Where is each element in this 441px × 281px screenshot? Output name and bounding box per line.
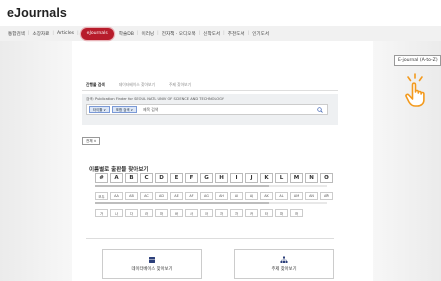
korean-letter-button[interactable]: 자	[215, 209, 228, 217]
ejournal-a-to-z-button[interactable]: E-journal (A-to-Z)	[394, 55, 441, 66]
section-divider	[86, 238, 334, 239]
korean-letter-button[interactable]: 라	[140, 209, 153, 217]
sub-letter-row: 모두 AA AB AC AD AE AF AG AH AI AJ AK AL AM AN AO	[95, 192, 333, 200]
nav-item-ebooks[interactable]: 전자책 · 오디오북	[159, 26, 199, 41]
scope-select[interactable]: 전체 ∨	[82, 137, 101, 145]
nav-item-recommended[interactable]: 추천도서	[225, 26, 248, 41]
korean-letter-button[interactable]: 타	[260, 209, 273, 217]
match-select[interactable]: 포함 검색 ∨	[111, 106, 138, 113]
letter-button[interactable]: H	[215, 173, 228, 183]
letter-button[interactable]: L	[275, 173, 288, 183]
letter-row: # A B C D E F G H I J K L M N O	[95, 173, 333, 183]
letter-button[interactable]: N	[305, 173, 318, 183]
letter-button[interactable]: A	[110, 173, 123, 183]
korean-letter-button[interactable]: 차	[230, 209, 243, 217]
sub-letter-button[interactable]: AH	[215, 192, 228, 200]
subject-browse-button[interactable]: 주제 찾아보기	[234, 249, 334, 279]
letter-button[interactable]: C	[140, 173, 153, 183]
sub-letter-button[interactable]: AG	[200, 192, 213, 200]
sub-letter-button[interactable]: AF	[185, 192, 198, 200]
korean-letter-button[interactable]: 가	[95, 209, 108, 217]
sub-letter-button[interactable]: AB	[125, 192, 138, 200]
sub-letter-button[interactable]: AD	[155, 192, 168, 200]
letter-button[interactable]: M	[290, 173, 303, 183]
database-icon	[149, 257, 155, 263]
letter-button[interactable]: #	[95, 173, 108, 183]
publication-finder-label: 검색: Publication Finder for SEOUL NATL UN…	[86, 97, 224, 101]
korean-letter-button[interactable]: 다	[125, 209, 138, 217]
letter-button[interactable]: J	[245, 173, 258, 183]
sub-letter-button[interactable]: AM	[290, 192, 303, 200]
database-browse-label: 데이터베이스 찾아보기	[131, 267, 173, 272]
letter-scrollbar[interactable]	[95, 185, 327, 187]
browse-by-name-title: 이름별로 출판물 찾아보기	[89, 167, 149, 173]
search-box: 검색: Publication Finder for SEOUL NATL UN…	[82, 94, 338, 125]
sub-letter-button[interactable]: AC	[140, 192, 153, 200]
next-arrow-icon[interactable]: ›	[326, 192, 328, 199]
korean-letter-button[interactable]: 마	[155, 209, 168, 217]
nav-item-academic-db[interactable]: 학술DB	[116, 26, 137, 41]
letter-button[interactable]: K	[260, 173, 273, 183]
database-browse-button[interactable]: 데이터베이스 찾아보기	[102, 249, 202, 279]
letter-button[interactable]: I	[230, 173, 243, 183]
sub-letter-button[interactable]: AI	[230, 192, 243, 200]
nav-item-elearning[interactable]: 이러닝	[138, 26, 157, 41]
nav-item-new-books[interactable]: 신착도서	[200, 26, 223, 41]
page: eJournals 통합검색 | 소장자료 | Articles | eJour…	[0, 0, 441, 281]
search-row: 타이틀 ∨ 포함 검색 ∨ 제목 검색	[86, 104, 328, 115]
ejournal-search-panel: 간행물 검색 데이터베이스 찾아보기 주제 찾아보기 검색: Publicati…	[76, 78, 344, 281]
nav-item-ejournals[interactable]: eJournals	[80, 27, 114, 40]
sub-letter-button[interactable]: AK	[260, 192, 273, 200]
letter-button[interactable]: G	[200, 173, 213, 183]
korean-letter-row: 가나다라마바사아자차카타파하	[95, 209, 303, 217]
letter-button[interactable]: D	[155, 173, 168, 183]
top-nav: 통합검색 | 소장자료 | Articles | eJournals 학술DB …	[0, 26, 441, 41]
pointing-hand-icon	[405, 73, 425, 107]
korean-letter-button[interactable]: 파	[275, 209, 288, 217]
tab-divider	[82, 90, 338, 91]
nav-separator: |	[77, 31, 79, 36]
sub-letter-button[interactable]: AJ	[245, 192, 258, 200]
background-shade-left	[0, 41, 72, 281]
nav-item-holdings[interactable]: 소장자료	[29, 26, 52, 41]
letter-button[interactable]: B	[125, 173, 138, 183]
nav-item-articles[interactable]: Articles	[54, 26, 77, 41]
korean-letter-button[interactable]: 하	[290, 209, 303, 217]
korean-letter-button[interactable]: 사	[185, 209, 198, 217]
korean-letter-button[interactable]: 아	[200, 209, 213, 217]
letter-button[interactable]: E	[170, 173, 183, 183]
sub-letter-button[interactable]: AA	[110, 192, 123, 200]
sub-letter-scrollbar[interactable]	[95, 202, 327, 204]
sub-letter-button[interactable]: AL	[275, 192, 288, 200]
field-select[interactable]: 타이틀 ∨	[89, 106, 110, 113]
search-icon[interactable]	[317, 107, 323, 113]
letter-button[interactable]: F	[185, 173, 198, 183]
korean-letter-button[interactable]: 나	[110, 209, 123, 217]
sub-letter-button[interactable]: AN	[305, 192, 318, 200]
subject-browse-label: 주제 찾아보기	[271, 267, 297, 272]
sub-letter-button[interactable]: AE	[170, 192, 183, 200]
subject-tree-icon	[280, 256, 288, 263]
korean-letter-button[interactable]: 카	[245, 209, 258, 217]
scrollbar-thumb[interactable]	[95, 202, 269, 204]
scrollbar-thumb[interactable]	[95, 185, 269, 187]
nav-item-integrated-search[interactable]: 통합검색	[5, 26, 28, 41]
korean-letter-button[interactable]: 바	[170, 209, 183, 217]
nav-item-popular[interactable]: 인기도서	[249, 26, 272, 41]
next-arrow-icon[interactable]: ›	[326, 174, 328, 181]
page-title: eJournals	[7, 6, 67, 20]
sub-letter-button[interactable]: 모두	[95, 192, 108, 200]
search-input[interactable]: 제목 검색	[143, 107, 327, 113]
